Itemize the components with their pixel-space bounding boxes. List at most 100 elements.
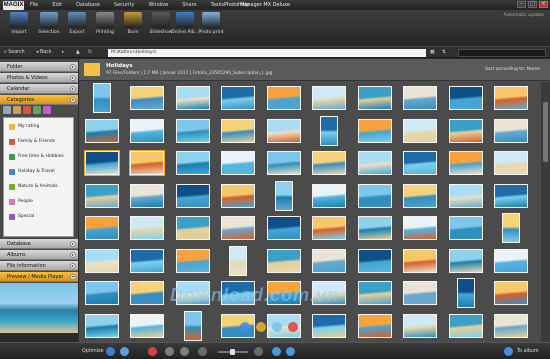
chevron-icon[interactable]: ▾	[70, 274, 76, 280]
optimize-button[interactable]: Optimize	[82, 343, 104, 359]
menu-item-edit[interactable]: Edit	[52, 0, 62, 10]
tool-import[interactable]: Import	[4, 12, 34, 35]
photo-thumbnail[interactable]	[175, 118, 210, 143]
photo-thumbnail[interactable]	[84, 313, 119, 338]
color-category-icon[interactable]	[43, 106, 51, 114]
photo-thumbnail[interactable]	[130, 281, 165, 306]
category-item[interactable]: My rating	[9, 122, 39, 131]
photo-thumbnail[interactable]	[320, 115, 339, 146]
photo-thumbnail[interactable]	[221, 183, 256, 208]
rotate-right-icon[interactable]	[180, 347, 189, 356]
category-item[interactable]: Nature & Animals	[9, 182, 58, 191]
photo-thumbnail[interactable]	[502, 213, 521, 244]
slideshow-icon[interactable]	[286, 347, 295, 356]
photo-thumbnail[interactable]	[494, 281, 529, 306]
panel-database[interactable]: Database ▸	[0, 239, 78, 249]
photo-thumbnail[interactable]	[312, 183, 347, 208]
chevron-icon[interactable]: ▸	[70, 241, 76, 247]
photo-thumbnail[interactable]	[448, 216, 483, 241]
photo-thumbnail[interactable]	[494, 118, 529, 143]
photo-thumbnail[interactable]	[266, 216, 301, 241]
photo-thumbnail[interactable]	[221, 118, 256, 143]
tool-selection[interactable]: Selection	[34, 12, 64, 35]
photo-thumbnail[interactable]	[357, 183, 392, 208]
chevron-icon[interactable]: ▾	[70, 97, 76, 103]
photo-thumbnail[interactable]	[84, 281, 119, 306]
photo-thumbnail[interactable]	[266, 248, 301, 273]
panel-albums[interactable]: Albums ▸	[0, 250, 78, 260]
photo-thumbnail[interactable]	[448, 86, 483, 111]
add-category-icon[interactable]	[3, 106, 11, 114]
category-item[interactable]: Family & Friends	[9, 137, 55, 146]
photo-thumbnail[interactable]	[130, 183, 165, 208]
photo-thumbnail[interactable]	[266, 118, 301, 143]
photo-thumbnail[interactable]	[175, 86, 210, 111]
menu-item-window[interactable]: Window	[148, 0, 168, 10]
photo-thumbnail[interactable]	[494, 248, 529, 273]
photo-thumbnail[interactable]	[357, 281, 392, 306]
photo-thumbnail[interactable]	[448, 248, 483, 273]
photo-thumbnail[interactable]	[312, 216, 347, 241]
photo-thumbnail[interactable]	[83, 150, 120, 177]
tag-icon[interactable]	[13, 106, 21, 114]
redo-icon[interactable]	[120, 347, 129, 356]
photo-thumbnail[interactable]	[130, 86, 165, 111]
category-item[interactable]: People	[9, 197, 33, 206]
tool-burn[interactable]: Burn	[118, 12, 148, 35]
back-button[interactable]: ◂ Back	[36, 47, 52, 58]
photo-thumbnail[interactable]	[130, 216, 165, 241]
edit-category-icon[interactable]	[33, 106, 41, 114]
rotate-left-icon[interactable]	[165, 347, 174, 356]
search-button[interactable]: ⌕ Search	[4, 47, 25, 58]
photo-thumbnail[interactable]	[357, 151, 392, 176]
photo-thumbnail[interactable]	[84, 248, 119, 273]
photo-thumbnail[interactable]	[403, 183, 438, 208]
photo-thumbnail[interactable]	[221, 86, 256, 111]
photo-thumbnail[interactable]	[456, 278, 475, 309]
photo-thumbnail[interactable]	[357, 313, 392, 338]
photo-thumbnail[interactable]	[357, 86, 392, 111]
scrollbar-thumb[interactable]	[543, 102, 548, 162]
photo-thumbnail[interactable]	[357, 118, 392, 143]
delete-category-icon[interactable]	[23, 106, 31, 114]
photo-thumbnail[interactable]	[221, 216, 256, 241]
photo-thumbnail[interactable]	[221, 151, 256, 176]
zoom-slider[interactable]	[218, 349, 248, 355]
to-album-button[interactable]: To album	[517, 343, 539, 359]
photo-thumbnail[interactable]	[175, 248, 210, 273]
automatic-update-link[interactable]: Automatic update	[504, 13, 544, 18]
panel-file-information[interactable]: File information ▸	[0, 261, 78, 271]
photo-thumbnail[interactable]	[175, 183, 210, 208]
vertical-scrollbar[interactable]	[541, 82, 550, 342]
panel-photos-videos[interactable]: Photos & Videos ▸	[0, 73, 78, 83]
menu-item-share[interactable]: Share	[182, 0, 196, 10]
tool-printing[interactable]: Printing	[90, 12, 120, 35]
photo-thumbnail[interactable]	[312, 151, 347, 176]
sort-icon[interactable]: ⇅	[442, 47, 446, 58]
photo-thumbnail[interactable]	[494, 151, 529, 176]
chevron-icon[interactable]: ▸	[70, 263, 76, 269]
menu-item-file[interactable]: File	[30, 0, 38, 10]
photo-thumbnail[interactable]	[129, 150, 166, 177]
menu-item-security[interactable]: Security	[114, 0, 135, 10]
zoom-slider-knob[interactable]	[230, 349, 235, 355]
refresh-icon[interactable]: ↻	[88, 47, 92, 58]
folder-up-icon[interactable]: ▲	[76, 47, 80, 58]
panel-preview-media-player[interactable]: Preview / Media Player ▾	[0, 272, 78, 282]
photo-thumbnail[interactable]	[312, 86, 347, 111]
photo-thumbnail[interactable]	[183, 310, 202, 341]
undo-icon[interactable]	[106, 347, 115, 356]
photo-thumbnail[interactable]	[403, 216, 438, 241]
menu-item-tasks[interactable]: Tasks	[211, 0, 224, 10]
photo-thumbnail[interactable]	[494, 183, 529, 208]
category-item[interactable]: Holiday & Travel	[9, 167, 55, 176]
photo-thumbnail[interactable]	[403, 248, 438, 273]
maximize-button[interactable]: □	[528, 1, 537, 8]
category-item[interactable]: Special	[9, 212, 34, 221]
chevron-icon[interactable]: ▸	[70, 64, 76, 70]
album-icon[interactable]	[504, 347, 513, 356]
photo-thumbnail[interactable]	[357, 216, 392, 241]
photo-thumbnail[interactable]	[175, 216, 210, 241]
photo-thumbnail[interactable]	[403, 151, 438, 176]
photo-thumbnail[interactable]	[448, 118, 483, 143]
